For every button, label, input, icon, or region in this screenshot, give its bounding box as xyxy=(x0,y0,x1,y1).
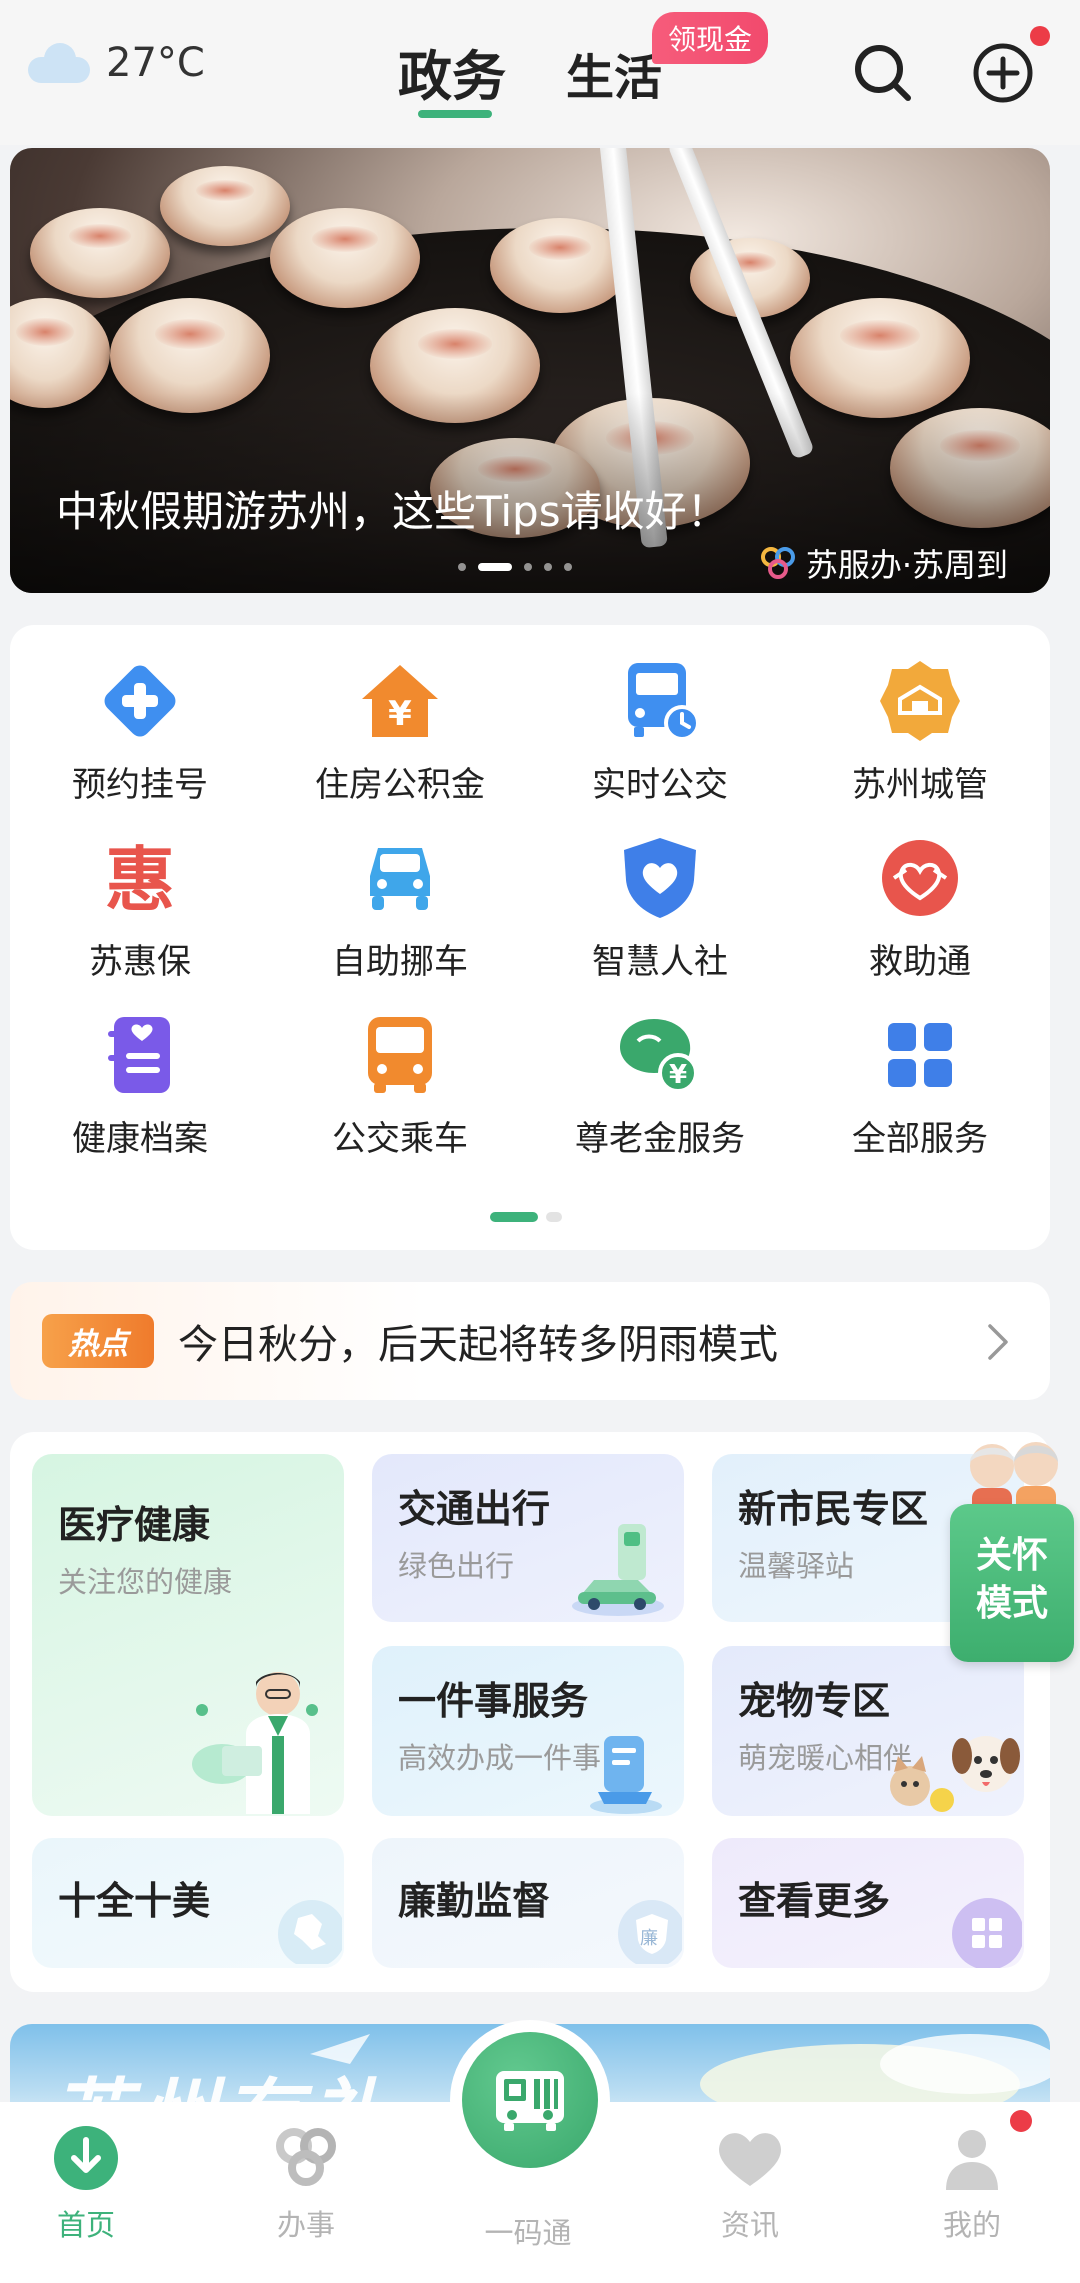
active-tab-indicator xyxy=(418,110,492,118)
house-yuan-icon: ¥ xyxy=(352,653,448,749)
tab-home[interactable]: 首页 xyxy=(6,2124,166,2244)
mine-notification-dot xyxy=(1010,2110,1032,2132)
banner-title: 中秋假期游苏州，这些Tips请收好！ xyxy=(56,487,729,536)
services-pagination xyxy=(490,1212,562,1222)
features-panel: 医疗健康 关注您的健康 交通出行 绿色出行 新市民专区 温馨驿站 一件事服务 高… xyxy=(10,1432,1050,1992)
pets-illustration xyxy=(890,1736,1020,1812)
suzhou-map-icon xyxy=(278,1900,342,1964)
card-ten-perfect[interactable]: 十全十美 xyxy=(32,1838,344,1968)
add-button[interactable] xyxy=(968,38,1038,108)
tab-life[interactable]: 生活 xyxy=(566,38,662,108)
service-move-car[interactable]: 自助挪车 xyxy=(270,830,530,1000)
care-mode-label-2: 模式 xyxy=(975,1583,1048,1624)
shield-heart-icon xyxy=(612,830,708,926)
bus-clock-icon xyxy=(612,653,708,749)
service-health-record[interactable]: 健康档案 xyxy=(10,1007,270,1177)
tab-government[interactable]: 政务 xyxy=(398,32,506,111)
service-bus-ride[interactable]: 公交乘车 xyxy=(270,1007,530,1177)
elder-money-icon: ¥ xyxy=(612,1007,708,1103)
grid-icon xyxy=(872,1007,968,1103)
hot-news-text: 今日秋分，后天起将转多阴雨模式 xyxy=(178,1322,778,1368)
tab-services[interactable]: 办事 xyxy=(226,2124,386,2244)
card-pet-zone[interactable]: 宠物专区 萌宠暖心相伴 xyxy=(712,1646,1024,1816)
ev-charging-illustration xyxy=(572,1524,664,1616)
city-badge-icon xyxy=(872,653,968,749)
service-realtime-bus[interactable]: 实时公交 xyxy=(530,653,790,823)
service-all[interactable]: 全部服务 xyxy=(790,1007,1050,1177)
bus-qr-icon xyxy=(496,2071,564,2131)
search-icon xyxy=(855,45,911,101)
service-appointment[interactable]: 预约挂号 xyxy=(10,653,270,823)
user-icon xyxy=(946,2130,998,2190)
home-download-icon xyxy=(54,2126,118,2190)
integrity-badge-text: 廉 xyxy=(640,1928,658,1949)
card-integrity-supervision[interactable]: 廉勤监督 廉 xyxy=(372,1838,684,1968)
bus-front-icon xyxy=(352,1007,448,1103)
hot-news-bar[interactable]: 热点 今日秋分，后天起将转多阴雨模式 xyxy=(10,1282,1050,1400)
handshake-heart-icon xyxy=(872,830,968,926)
services-logo-icon xyxy=(276,2128,336,2186)
service-suhuibao[interactable]: 惠 苏惠保 xyxy=(10,830,270,1000)
card-medical-health[interactable]: 医疗健康 关注您的健康 xyxy=(32,1454,344,1816)
news-banner[interactable]: 中秋假期游苏州，这些Tips请收好！ 苏服办·苏周到 xyxy=(10,148,1050,593)
search-button[interactable] xyxy=(848,38,918,108)
car-icon xyxy=(352,830,448,926)
doctor-illustration xyxy=(192,1672,318,1814)
service-relief[interactable]: 救助通 xyxy=(790,830,1050,1000)
chevron-right-icon xyxy=(988,1324,1008,1360)
document-stamp-illustration xyxy=(590,1736,662,1814)
weather-widget[interactable]: 27°C xyxy=(28,40,205,86)
cloud-icon xyxy=(28,43,90,83)
hui-character-icon: 惠 xyxy=(92,830,188,926)
banner-source: 苏服办·苏周到 xyxy=(758,540,1008,586)
banner-pagination xyxy=(458,563,572,571)
temperature-text: 27°C xyxy=(106,40,205,86)
services-panel: 预约挂号 ¥ 住房公积金 实时公交 苏州城管 惠 苏惠保 自助挪车 智慧人社 救… xyxy=(10,625,1050,1250)
tab-news[interactable]: 资讯 xyxy=(670,2124,830,2244)
hot-tag: 热点 xyxy=(42,1314,154,1368)
medical-cross-icon xyxy=(92,653,188,749)
card-one-thing-service[interactable]: 一件事服务 高效办成一件事 xyxy=(372,1646,684,1816)
card-view-more[interactable]: 查看更多 xyxy=(712,1838,1024,1968)
service-elder-allowance[interactable]: ¥ 尊老金服务 xyxy=(530,1007,790,1177)
service-city-management[interactable]: 苏州城管 xyxy=(790,653,1050,823)
plus-circle-icon xyxy=(973,43,1033,103)
more-grid-icon xyxy=(952,1898,1022,1968)
service-smart-social[interactable]: 智慧人社 xyxy=(530,830,790,1000)
notification-dot xyxy=(1030,26,1050,46)
service-housing-fund[interactable]: ¥ 住房公积金 xyxy=(270,653,530,823)
heart-icon xyxy=(719,2133,781,2186)
app-logo-icon xyxy=(760,547,795,579)
card-traffic[interactable]: 交通出行 绿色出行 xyxy=(372,1454,684,1622)
tab-one-code[interactable]: 一码通 xyxy=(448,2200,608,2252)
svg-text:¥: ¥ xyxy=(669,1060,687,1090)
svg-text:惠: 惠 xyxy=(105,839,175,918)
svg-text:¥: ¥ xyxy=(388,694,412,734)
cash-badge[interactable]: 领现金 xyxy=(652,12,769,64)
care-mode-label-1: 关怀 xyxy=(975,1535,1048,1576)
one-code-button[interactable] xyxy=(462,2032,598,2168)
tab-mine[interactable]: 我的 xyxy=(892,2124,1052,2244)
health-record-icon xyxy=(92,1007,188,1103)
care-mode-button[interactable]: 关怀 模式 xyxy=(950,1432,1074,1662)
top-header: 27°C 政务 生活 领现金 xyxy=(0,0,1080,145)
